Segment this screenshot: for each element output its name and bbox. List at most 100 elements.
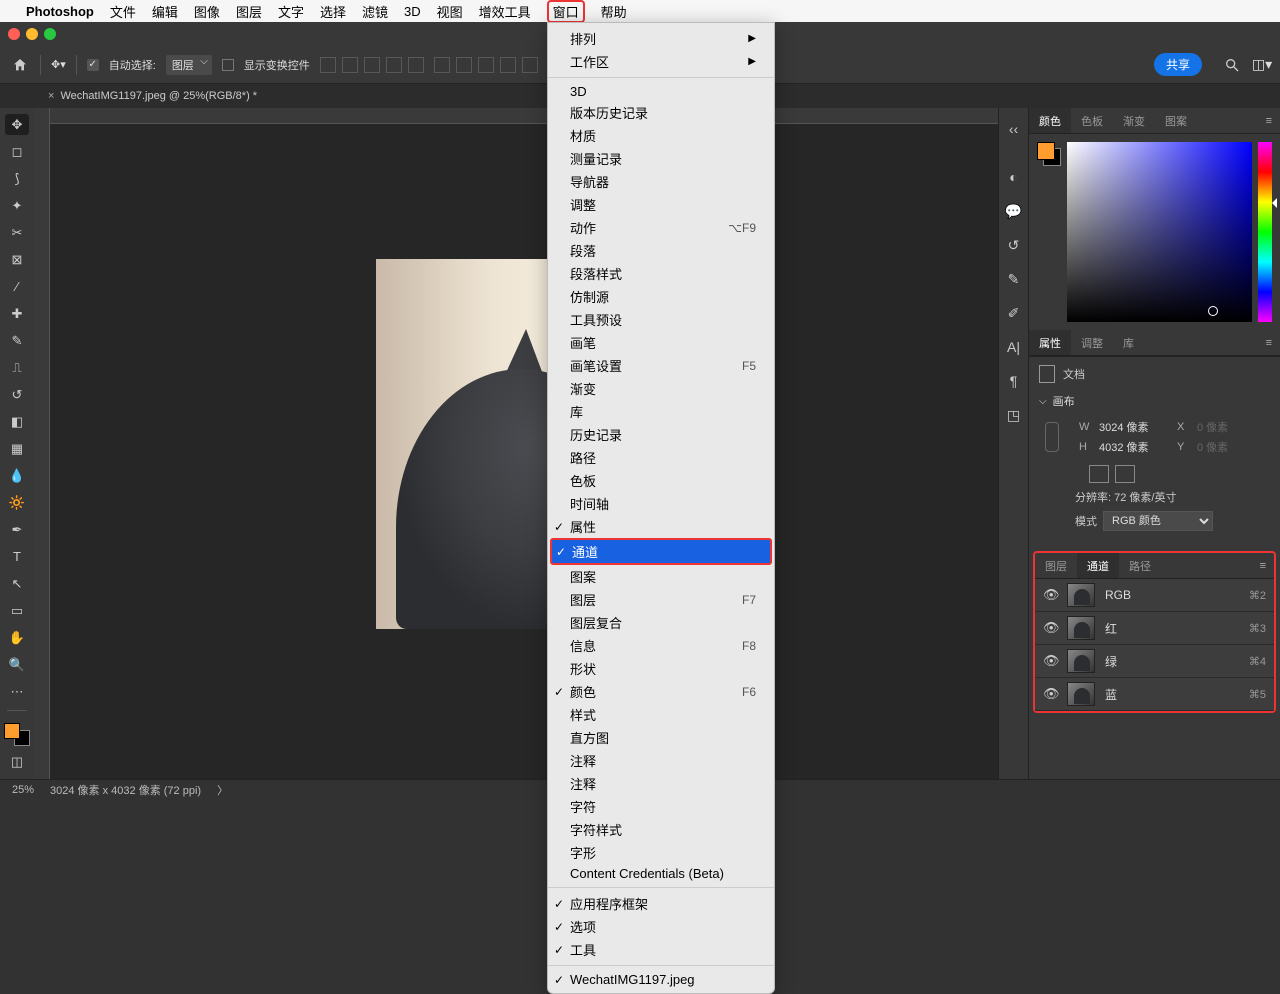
shape-tool-icon[interactable]: ▭ <box>5 600 29 621</box>
menu-item[interactable]: 画笔 <box>548 331 774 354</box>
menu-3d[interactable]: 3D <box>404 4 421 19</box>
stamp-tool-icon[interactable]: ⎍ <box>5 357 29 378</box>
color-field[interactable] <box>1067 142 1252 322</box>
menu-item[interactable]: 调整 <box>548 193 774 216</box>
menu-filter[interactable]: 滤镜 <box>362 2 388 21</box>
link-icon[interactable] <box>1045 422 1059 452</box>
landscape-icon[interactable] <box>1115 465 1135 483</box>
align-icon[interactable] <box>386 57 402 73</box>
eye-icon[interactable]: 👁 <box>1043 587 1057 603</box>
menu-file[interactable]: 文件 <box>110 2 136 21</box>
zoom-tool-icon[interactable]: 🔍 <box>5 654 29 675</box>
channel-row[interactable]: 👁 蓝 ⌘5 <box>1035 678 1274 711</box>
collapse-icon[interactable]: ‹‹ <box>1005 120 1023 138</box>
menu-item[interactable]: 图层复合 <box>548 611 774 634</box>
maximize-window-icon[interactable] <box>44 28 56 40</box>
workspace-icon[interactable]: ◫▾ <box>1254 57 1270 73</box>
menu-item[interactable]: 动作⌥F9 <box>548 216 774 239</box>
menu-item[interactable]: 属性 <box>548 515 774 538</box>
w-value[interactable]: 3024 像素 <box>1099 419 1171 435</box>
h-value[interactable]: 4032 像素 <box>1099 439 1171 455</box>
menu-edit[interactable]: 编辑 <box>152 2 178 21</box>
brush-settings-icon[interactable]: ✎ <box>1005 270 1023 288</box>
tab-properties[interactable]: 属性 <box>1029 330 1071 355</box>
brush-tool-icon[interactable]: ✎ <box>5 330 29 351</box>
gradient-tool-icon[interactable]: ▦ <box>5 438 29 459</box>
tab-layers[interactable]: 图层 <box>1035 553 1077 578</box>
portrait-icon[interactable] <box>1089 465 1109 483</box>
menu-item[interactable]: 字符 <box>548 795 774 818</box>
panel-menu-icon[interactable]: ≡ <box>1252 560 1274 572</box>
menu-item[interactable]: 材质 <box>548 124 774 147</box>
doc-tab[interactable]: × WechatIMG1197.jpeg @ 25%(RGB/8*) * <box>40 90 265 102</box>
menu-item[interactable]: 图层F7 <box>548 588 774 611</box>
distribute-icon[interactable] <box>522 57 538 73</box>
channel-row[interactable]: 👁 红 ⌘3 <box>1035 612 1274 645</box>
tab-color[interactable]: 颜色 <box>1029 108 1071 133</box>
fg-bg-color[interactable] <box>4 723 30 746</box>
menu-item[interactable]: 仿制源 <box>548 285 774 308</box>
crop-tool-icon[interactable]: ✂ <box>5 222 29 243</box>
menu-item[interactable]: 图案 <box>548 565 774 588</box>
menu-item[interactable]: 样式 <box>548 703 774 726</box>
tab-patterns[interactable]: 图案 <box>1155 108 1197 133</box>
libraries-icon[interactable]: ◳ <box>1005 406 1023 424</box>
history-brush-tool-icon[interactable]: ↺ <box>5 384 29 405</box>
close-window-icon[interactable] <box>8 28 20 40</box>
menu-item[interactable]: 颜色F6 <box>548 680 774 703</box>
close-tab-icon[interactable]: × <box>48 90 54 102</box>
pen-tool-icon[interactable]: ✒ <box>5 519 29 540</box>
menu-item[interactable]: 形状 <box>548 657 774 680</box>
menu-help[interactable]: 帮助 <box>601 2 627 21</box>
channel-row[interactable]: 👁 绿 ⌘4 <box>1035 645 1274 678</box>
frame-tool-icon[interactable]: ⊠ <box>5 249 29 270</box>
menu-item[interactable]: 字形 <box>548 841 774 864</box>
menu-item[interactable]: 工作区▶ <box>548 50 774 73</box>
menu-item[interactable]: 时间轴 <box>548 492 774 515</box>
menu-item[interactable]: 段落 <box>548 239 774 262</box>
channel-row[interactable]: 👁 RGB ⌘2 <box>1035 579 1274 612</box>
status-arrow-icon[interactable]: 〉 <box>217 782 228 798</box>
fg-bg-swatch[interactable] <box>1037 142 1061 166</box>
menu-item[interactable]: 工具 <box>548 938 774 961</box>
magic-wand-tool-icon[interactable]: ✦ <box>5 195 29 216</box>
menu-item[interactable]: 注释 <box>548 749 774 772</box>
menu-item[interactable]: 排列▶ <box>548 27 774 50</box>
healing-tool-icon[interactable]: ✚ <box>5 303 29 324</box>
menu-item[interactable]: 历史记录 <box>548 423 774 446</box>
panel-menu-icon[interactable]: ≡ <box>1258 115 1280 127</box>
tab-channels[interactable]: 通道 <box>1077 553 1119 578</box>
menu-select[interactable]: 选择 <box>320 2 346 21</box>
menu-plugins[interactable]: 增效工具 <box>479 2 531 21</box>
tab-gradients[interactable]: 渐变 <box>1113 108 1155 133</box>
distribute-icon[interactable] <box>434 57 450 73</box>
align-icon[interactable] <box>320 57 336 73</box>
show-transform-checkbox[interactable] <box>222 59 234 71</box>
minimize-window-icon[interactable] <box>26 28 38 40</box>
canvas-section[interactable]: 画布 <box>1039 393 1270 409</box>
share-button[interactable]: 共享 <box>1154 53 1202 76</box>
type-panel-icon[interactable]: A| <box>1005 338 1023 356</box>
blur-tool-icon[interactable]: 💧 <box>5 465 29 486</box>
menu-image[interactable]: 图像 <box>194 2 220 21</box>
distribute-icon[interactable] <box>500 57 516 73</box>
menu-item[interactable]: 测量记录 <box>548 147 774 170</box>
menu-layer[interactable]: 图层 <box>236 2 262 21</box>
tab-adjustments[interactable]: 调整 <box>1071 330 1113 355</box>
app-name[interactable]: Photoshop <box>26 4 94 19</box>
distribute-icon[interactable] <box>456 57 472 73</box>
tab-paths[interactable]: 路径 <box>1119 553 1161 578</box>
search-icon[interactable] <box>1224 57 1240 73</box>
history-icon[interactable]: ↺ <box>1005 236 1023 254</box>
panel-menu-icon[interactable]: ≡ <box>1258 337 1280 349</box>
home-icon[interactable] <box>10 55 30 75</box>
menu-item[interactable]: 库 <box>548 400 774 423</box>
menu-item[interactable]: 应用程序框架 <box>548 892 774 915</box>
menu-item[interactable]: 工具预设 <box>548 308 774 331</box>
move-tool-icon[interactable]: ✥ <box>5 114 29 135</box>
marquee-tool-icon[interactable]: ◻ <box>5 141 29 162</box>
menu-item[interactable]: 通道 <box>550 538 772 565</box>
menu-item[interactable]: 选项 <box>548 915 774 938</box>
menu-item[interactable]: 直方图 <box>548 726 774 749</box>
mode-select[interactable]: RGB 颜色 <box>1103 511 1213 531</box>
